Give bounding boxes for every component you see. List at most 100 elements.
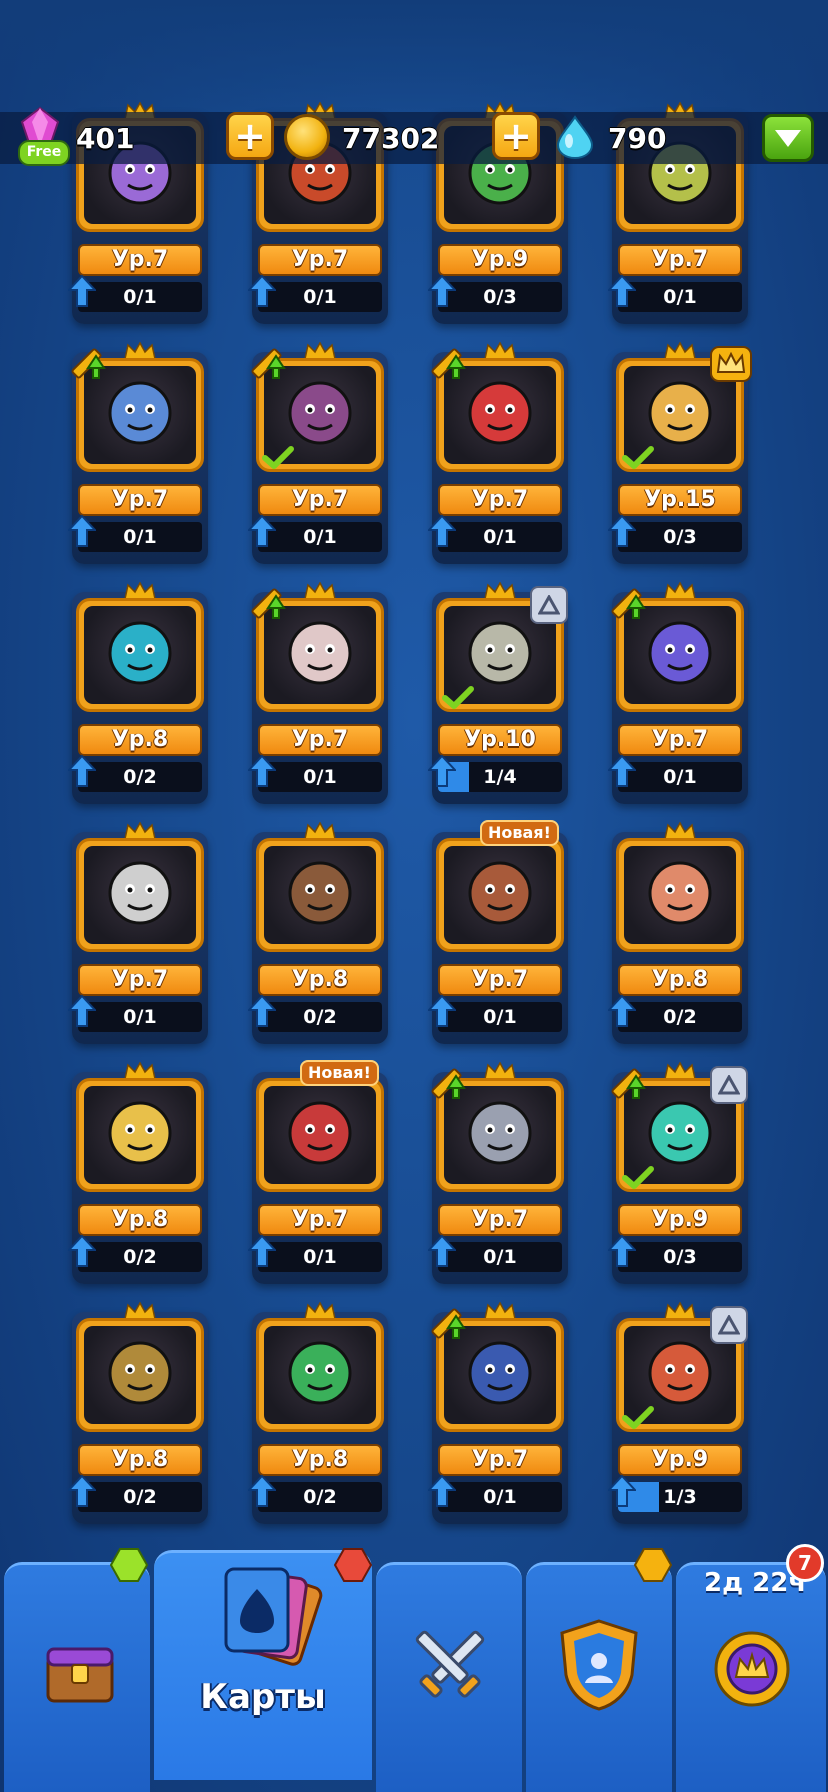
gold-crown-badge-icon xyxy=(710,346,752,382)
card-progress-bar: 0/2 xyxy=(78,762,202,792)
upgrade-arrow-icon xyxy=(248,754,276,787)
hero-avatar-icon xyxy=(468,861,532,925)
upgrade-arrow-icon xyxy=(428,1474,456,1507)
sword-upgrade-badge-icon xyxy=(431,348,466,379)
add-gold-button[interactable]: + xyxy=(226,112,274,160)
upgrade-arrow-icon xyxy=(248,1234,276,1267)
card-progress-text: 0/1 xyxy=(483,1246,517,1268)
cards-stack-icon xyxy=(224,1567,323,1666)
hero-card[interactable]: Ур.8 0/2 xyxy=(608,822,748,1047)
card-level: Ур.9 xyxy=(618,1204,742,1236)
triangle-icon xyxy=(718,1075,740,1095)
card-progress-text: 0/1 xyxy=(663,286,697,308)
card-progress-bar: 0/1 xyxy=(438,522,562,552)
free-badge[interactable]: Free xyxy=(18,140,70,166)
hero-avatar-icon xyxy=(648,381,712,445)
hero-card[interactable]: Ур.15 0/3 xyxy=(608,342,752,567)
new-card-badge: Новая! xyxy=(300,1060,379,1086)
card-progress-text: 0/3 xyxy=(663,526,697,548)
card-level: Ур.7 xyxy=(78,484,202,516)
hero-card[interactable]: Ур.7 0/1 Новая! xyxy=(428,820,568,1047)
card-level: Ур.7 xyxy=(618,244,742,276)
add-crystals-button[interactable]: + xyxy=(492,112,540,160)
card-progress-bar: 0/2 xyxy=(258,1002,382,1032)
card-progress-text: 0/1 xyxy=(123,1006,157,1028)
sword-upgrade-badge-icon xyxy=(431,1068,466,1099)
crystals-count: 790 xyxy=(608,121,667,155)
card-level: Ур.10 xyxy=(438,724,562,756)
card-progress-text: 0/1 xyxy=(663,766,697,788)
hero-portrait xyxy=(256,838,384,952)
card-progress-bar: 0/1 xyxy=(258,522,382,552)
green-hex-indicator-icon xyxy=(110,1548,148,1582)
hero-card[interactable]: Ур.8 0/2 xyxy=(248,1302,388,1527)
upgrade-arrow-icon xyxy=(428,274,456,307)
crossed-swords-icon xyxy=(415,1630,485,1698)
tab-clan[interactable] xyxy=(526,1562,672,1792)
gold-coin-icon xyxy=(284,114,330,160)
hero-card[interactable]: Ур.9 1/3 xyxy=(608,1302,748,1527)
hero-portrait xyxy=(256,1318,384,1432)
card-level: Ур.15 xyxy=(618,484,742,516)
hero-card[interactable]: Ур.8 0/2 xyxy=(68,582,208,807)
hero-card[interactable]: Ур.8 0/2 xyxy=(248,822,388,1047)
card-progress-text: 0/2 xyxy=(123,1486,157,1508)
card-level: Ур.7 xyxy=(618,724,742,756)
hero-portrait xyxy=(436,838,564,952)
card-progress-text: 0/2 xyxy=(303,1006,337,1028)
sword-upgrade-badge-icon xyxy=(611,1068,646,1099)
hero-card[interactable]: Ур.7 0/1 xyxy=(68,342,208,567)
upgrade-arrow-icon xyxy=(68,994,96,1027)
upgrade-arrow-icon xyxy=(608,1234,636,1267)
hero-card[interactable]: Ур.7 0/1 Новая! xyxy=(248,1060,388,1287)
hero-card[interactable]: Ур.7 0/1 xyxy=(248,342,388,567)
hero-portrait xyxy=(76,1078,204,1192)
hero-avatar-icon xyxy=(108,861,172,925)
card-level: Ур.7 xyxy=(438,1204,562,1236)
card-progress-text: 0/1 xyxy=(303,1246,337,1268)
card-level: Ур.7 xyxy=(78,964,202,996)
checkmark-icon xyxy=(622,1166,654,1189)
upgrade-arrow-icon xyxy=(68,274,96,307)
sword-upgrade-badge-icon xyxy=(251,588,286,619)
clan-shield-icon xyxy=(560,1619,638,1711)
card-progress-bar: 0/1 xyxy=(438,1002,562,1032)
dropdown-menu-button[interactable] xyxy=(762,114,814,162)
sword-upgrade-badge-icon xyxy=(251,348,286,379)
hero-card[interactable]: Ур.7 0/1 xyxy=(428,1302,568,1527)
hero-card[interactable]: Ур.8 0/2 xyxy=(68,1302,208,1527)
gold-count: 77302 xyxy=(342,121,440,155)
hero-card[interactable]: Ур.7 0/1 xyxy=(608,582,748,807)
card-progress-bar: 0/1 xyxy=(258,282,382,312)
upgrade-arrow-icon xyxy=(248,274,276,307)
plus-icon: + xyxy=(500,114,532,158)
card-level: Ур.7 xyxy=(438,964,562,996)
upgrade-arrow-icon xyxy=(428,754,456,787)
tab-battle[interactable] xyxy=(376,1562,522,1792)
tab-chests[interactable] xyxy=(4,1562,150,1792)
hero-card[interactable]: Ур.10 1/4 xyxy=(428,582,568,807)
hero-avatar-icon xyxy=(468,1101,532,1165)
card-level: Ур.7 xyxy=(438,1444,562,1476)
hero-portrait xyxy=(76,838,204,952)
hero-avatar-icon xyxy=(288,1101,352,1165)
hero-card[interactable]: Ур.7 0/1 xyxy=(68,822,208,1047)
card-level: Ур.7 xyxy=(258,724,382,756)
hero-card[interactable]: Ур.8 0/2 xyxy=(68,1062,208,1287)
hero-card[interactable]: Ур.7 0/1 xyxy=(428,342,568,567)
checkmark-icon xyxy=(622,1406,654,1429)
hero-card[interactable]: Ур.7 0/1 xyxy=(428,1062,568,1287)
card-level: Ур.7 xyxy=(78,244,202,276)
triangle-icon xyxy=(718,1315,740,1335)
card-level: Ур.7 xyxy=(258,244,382,276)
hero-card[interactable]: Ур.7 0/1 xyxy=(248,582,388,807)
hero-card[interactable]: Ур.9 0/3 xyxy=(608,1062,748,1287)
hero-avatar-icon xyxy=(648,861,712,925)
card-progress-bar: 0/1 xyxy=(618,282,742,312)
tab-cards[interactable]: Карты xyxy=(154,1550,372,1780)
upgrade-arrow-icon xyxy=(68,754,96,787)
card-progress-bar: 0/3 xyxy=(618,522,742,552)
upgrade-arrow-icon xyxy=(248,514,276,547)
card-progress-bar: 0/1 xyxy=(78,522,202,552)
hero-avatar-icon xyxy=(288,1341,352,1405)
